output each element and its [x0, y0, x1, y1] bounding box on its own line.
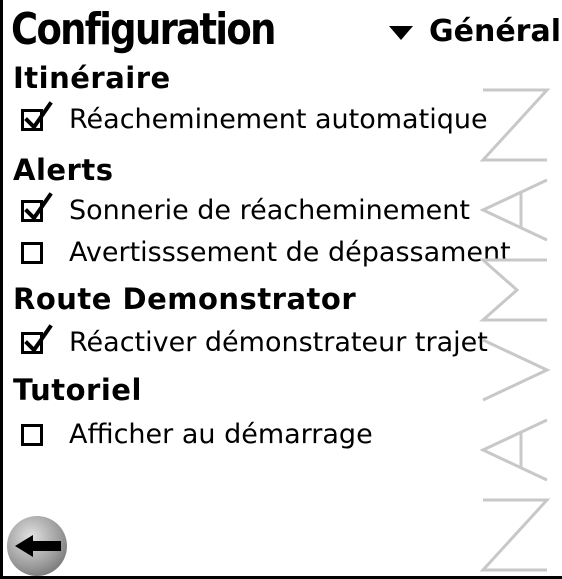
option-label: Avertisssement de dépassament: [69, 237, 511, 268]
checkbox-reactiver-demonstrateur[interactable]: [21, 324, 53, 354]
option-reactiver-demonstrateur[interactable]: Réactiver démonstrateur trajet: [21, 324, 488, 361]
checkmark-icon: [24, 324, 53, 354]
category-dropdown-label: Général: [429, 14, 561, 49]
header: Configuration Général: [11, 4, 561, 60]
page-title: Configuration: [11, 4, 276, 55]
option-sonnerie-reacheminement[interactable]: Sonnerie de réacheminement: [21, 192, 470, 229]
option-avertissement-depassement[interactable]: Avertisssement de dépassament: [21, 235, 511, 271]
section-heading-route-demonstrator: Route Demonstrator: [13, 282, 357, 316]
category-dropdown[interactable]: Général: [389, 14, 561, 50]
checkmark-icon: [24, 101, 53, 131]
section-heading-alerts: Alerts: [13, 153, 114, 187]
back-arrow-icon: [15, 535, 61, 557]
option-label: Réacheminement automatique: [69, 104, 488, 135]
checkmark-icon: [24, 192, 53, 222]
triangle-down-icon: [389, 26, 413, 40]
option-afficher-demarrage[interactable]: Afficher au démarrage: [21, 417, 373, 453]
checkbox-reacheminement-automatique[interactable]: [21, 101, 53, 131]
option-label: Afficher au démarrage: [69, 419, 373, 450]
option-label: Réactiver démonstrateur trajet: [69, 327, 488, 358]
app-screen: Configuration Général Itinéraire Réachem…: [0, 0, 562, 579]
checkbox-avertissement-depassement[interactable]: [21, 242, 43, 264]
section-heading-tutoriel: Tutoriel: [13, 373, 142, 407]
option-label: Sonnerie de réacheminement: [69, 195, 470, 226]
navman-watermark-logo: [479, 88, 551, 572]
section-heading-itineraire: Itinéraire: [13, 61, 171, 95]
checkbox-sonnerie-reacheminement[interactable]: [21, 192, 53, 222]
checkbox-afficher-demarrage[interactable]: [21, 424, 43, 446]
option-reacheminement-automatique[interactable]: Réacheminement automatique: [21, 101, 488, 138]
back-button[interactable]: [7, 516, 67, 576]
